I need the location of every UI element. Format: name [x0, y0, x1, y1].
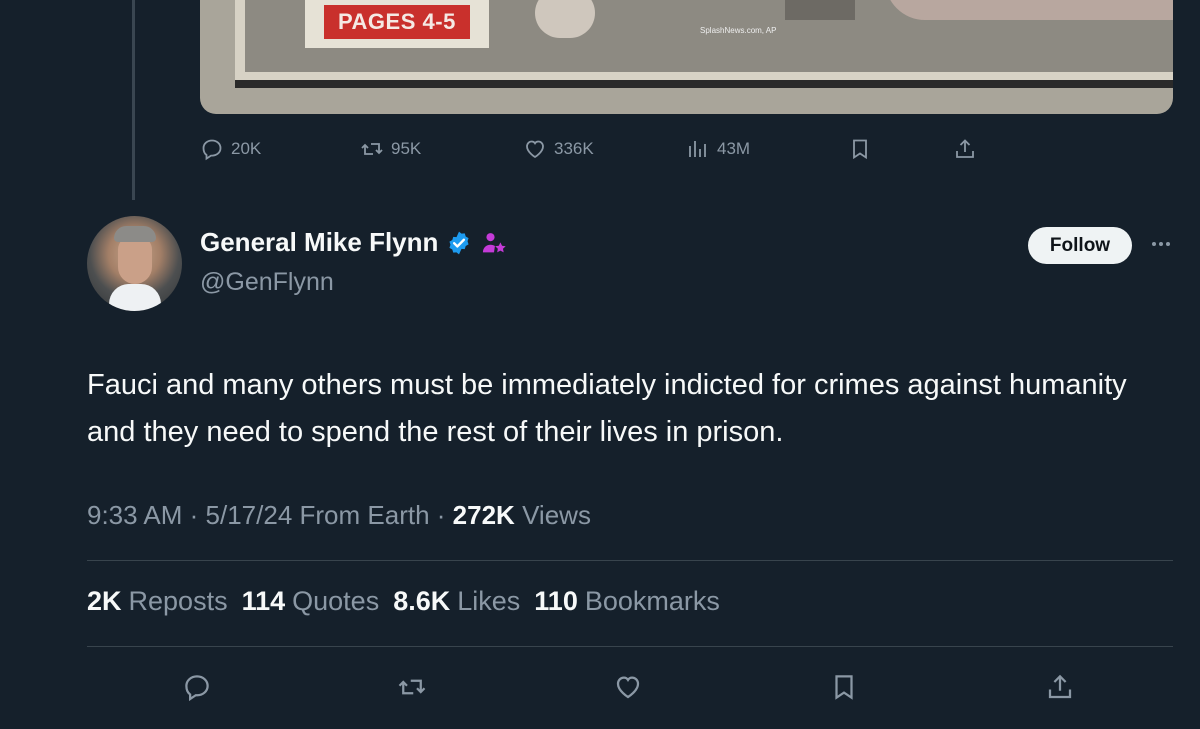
prev-reply-count: 20K — [231, 139, 262, 158]
newspaper-badge: PAGES 4-5 — [305, 0, 489, 48]
avatar[interactable] — [87, 216, 182, 311]
repost-icon — [398, 679, 426, 695]
engagement-stats: 2K Reposts 114 Quotes 8.6K Likes 110 Bookmar… — [87, 586, 720, 617]
bookmark-button[interactable] — [827, 670, 861, 704]
bookmark-icon — [853, 139, 867, 160]
attached-media-image[interactable]: PAGES 4-5 SplashNews.com, AP — [200, 0, 1173, 114]
tweet-text: Fauci and many others must be immediatel… — [87, 369, 1127, 448]
tweet-date[interactable]: 5/17/24 — [206, 500, 293, 530]
prev-views-count: 43M — [717, 139, 751, 158]
reply-button[interactable] — [180, 670, 214, 704]
share-icon — [1048, 674, 1072, 699]
verified-badge-icon — [449, 231, 469, 254]
meta-separator: · — [436, 500, 453, 530]
reply-icon — [185, 675, 209, 702]
repost-button[interactable] — [395, 670, 429, 704]
share-icon — [956, 139, 974, 158]
meta-separator: · — [189, 500, 206, 530]
share-button[interactable] — [1043, 670, 1077, 704]
divider — [87, 646, 1173, 647]
bookmark-icon — [835, 675, 853, 700]
stat-reposts[interactable]: 2K Reposts — [87, 586, 228, 617]
follow-button[interactable]: Follow — [1028, 227, 1132, 264]
prev-reply-button[interactable]: 20K — [200, 134, 261, 164]
tweet-time[interactable]: 9:33 AM — [87, 500, 182, 530]
tweet-action-bar — [0, 670, 1200, 704]
tweet-meta: 9:33 AM · 5/17/24 From Earth · 272K View… — [87, 500, 591, 531]
prev-share-button[interactable] — [953, 134, 977, 164]
prev-like-button[interactable]: 336K — [523, 134, 594, 164]
stat-likes[interactable]: 8.6K Likes — [393, 586, 520, 617]
repost-icon — [361, 143, 383, 155]
author-handle[interactable]: @GenFlynn — [200, 268, 334, 297]
like-button[interactable] — [611, 670, 645, 704]
reply-icon — [202, 139, 222, 161]
newspaper-badge-text: PAGES 4-5 — [324, 5, 470, 39]
divider — [87, 560, 1173, 561]
author-name-row: General Mike Flynn — [200, 227, 508, 258]
newspaper-photo: PAGES 4-5 SplashNews.com, AP — [235, 0, 1173, 88]
prev-like-count: 336K — [554, 139, 594, 158]
views-icon — [689, 141, 706, 157]
heart-icon — [526, 140, 544, 159]
tweet-views-label: Views — [522, 500, 591, 530]
affiliate-badge-icon — [483, 232, 507, 252]
photo-credit: SplashNews.com, AP — [700, 26, 777, 35]
prev-bookmark-button[interactable] — [848, 134, 872, 164]
author-name[interactable]: General Mike Flynn — [200, 227, 438, 258]
thread-connector-line — [132, 0, 135, 200]
stat-bookmarks[interactable]: 110 Bookmarks — [534, 586, 720, 617]
prev-views-button[interactable]: 43M — [686, 134, 750, 164]
prev-repost-count: 95K — [391, 139, 422, 158]
heart-icon — [616, 676, 640, 699]
tweet-location: From Earth — [299, 500, 430, 530]
tweet-views-count: 272K — [452, 500, 515, 530]
more-icon[interactable] — [1146, 232, 1176, 256]
prev-repost-button[interactable]: 95K — [360, 134, 421, 164]
stat-quotes[interactable]: 114 Quotes — [242, 586, 380, 617]
